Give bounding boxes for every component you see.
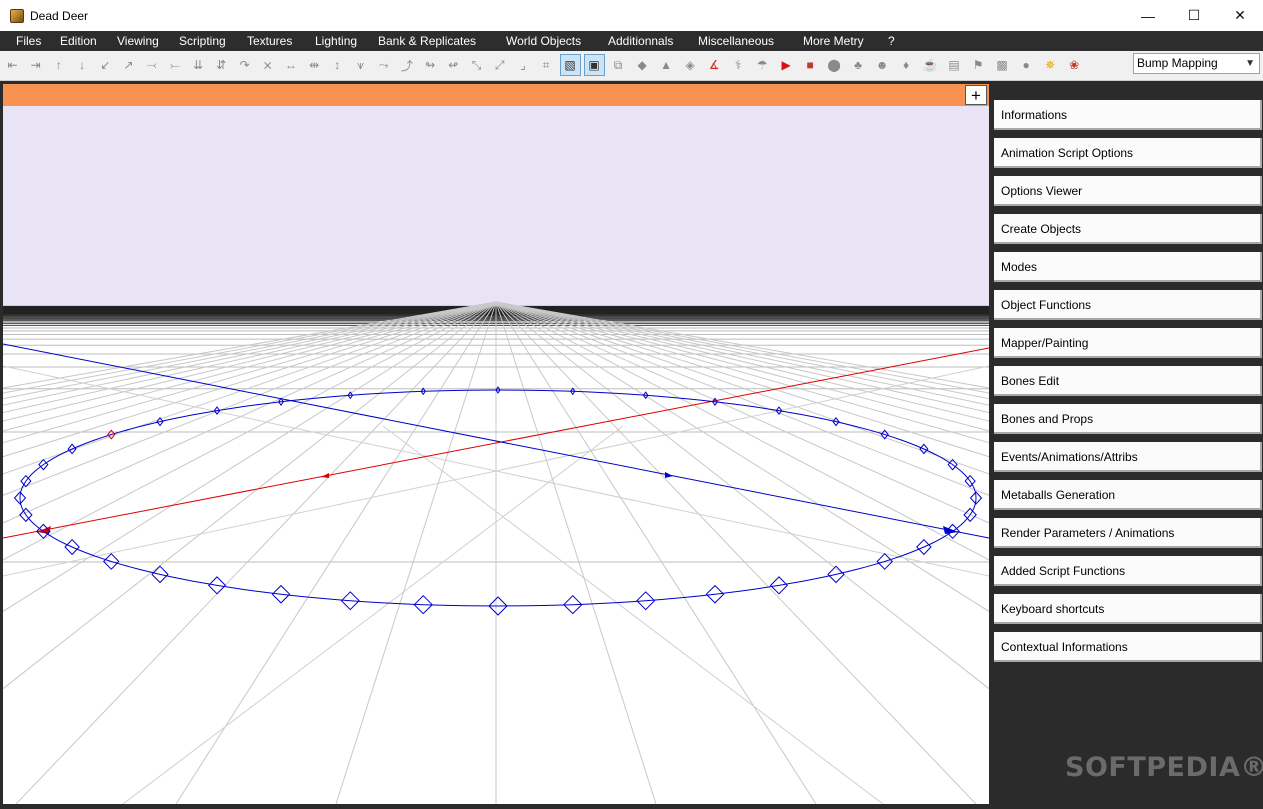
grid-icon[interactable]: ⌗ [536, 54, 557, 76]
duck-icon[interactable]: ♦ [896, 54, 917, 76]
panel-informations[interactable]: Informations [994, 100, 1262, 130]
sphere-icon[interactable]: ● [1016, 54, 1037, 76]
menu-lighting[interactable]: Lighting [315, 34, 357, 48]
viewport-header: + [3, 84, 989, 106]
scene-canvas[interactable] [3, 106, 989, 804]
weld-left-icon[interactable]: ⇤ [2, 54, 23, 76]
curve-down-icon[interactable]: ↫ [443, 54, 464, 76]
menu-bar: Files Edition Viewing Scripting Textures… [0, 31, 1263, 51]
bend-right-icon[interactable]: ⤳ [373, 54, 394, 76]
menu-help[interactable]: ? [888, 34, 895, 48]
menu-additionnals[interactable]: Additionnals [608, 34, 673, 48]
panel-contextual-informations[interactable]: Contextual Informations [994, 632, 1262, 662]
bend-left-icon[interactable]: ⤴ [396, 54, 417, 76]
compress-icon[interactable]: ⇹ [304, 54, 325, 76]
move-down-icon[interactable]: ↓ [72, 54, 93, 76]
fan-icon[interactable]: ⩛ [350, 54, 371, 76]
menu-textures[interactable]: Textures [247, 34, 292, 48]
stretch-h-icon[interactable]: ↔ [280, 54, 301, 76]
panel-animation-script-options[interactable]: Animation Script Options [994, 138, 1262, 168]
panel-added-script-functions[interactable]: Added Script Functions [994, 556, 1262, 586]
chevron-down-icon: ▼ [1245, 58, 1255, 69]
minimize-button[interactable]: — [1125, 0, 1171, 31]
panel-metaballs-generation[interactable]: Metaballs Generation [994, 480, 1262, 510]
panel-create-objects[interactable]: Create Objects [994, 214, 1262, 244]
cube-solid-icon[interactable]: ▣ [583, 54, 605, 76]
toolbar: ⇤ ⇥ ↑ ↓ ↙ ↗ ⤙ ⤚ ⇊ ⇵ ↷ ⨯ ↔ ⇹ ↕ ⩛ ⤳ ⤴ ↬ ↫ ⤡ ⤢ ⌟ ⌗ ▧ ▣ ⧉ ◆ ▲ ◈ ∡ ⚕ ☂ ▶ ■ ⬤ ♣ ☻ ♦ ☕… [0, 51, 1263, 81]
move-up-icon[interactable]: ↑ [48, 54, 69, 76]
corner-icon[interactable]: ⌟ [512, 54, 533, 76]
ramp-icon[interactable]: ⤢ [489, 54, 510, 76]
maximize-button[interactable]: ☐ [1171, 0, 1217, 31]
panel-events-animations-attribs[interactable]: Events/Animations/Attribs [994, 442, 1262, 472]
frame-icon[interactable]: ▤ [944, 54, 965, 76]
watermark-logo: SOFTPEDIA® [1065, 752, 1263, 783]
render-icon[interactable]: ✵ [1040, 54, 1061, 76]
app-icon [10, 8, 24, 23]
menu-miscellaneous[interactable]: Miscellaneous [698, 34, 774, 48]
panel-options-viewer[interactable]: Options Viewer [994, 176, 1262, 206]
fork-right-icon[interactable]: ⤚ [164, 54, 185, 76]
pyramid-icon[interactable]: ▲ [656, 54, 677, 76]
slope-icon[interactable]: ⤡ [466, 54, 487, 76]
branch-split-icon[interactable]: ⇵ [211, 54, 232, 76]
panel-keyboard-shortcuts[interactable]: Keyboard shortcuts [994, 594, 1262, 624]
blob-icon[interactable]: ⬤ [824, 54, 845, 76]
panel-modes[interactable]: Modes [994, 252, 1262, 282]
close-button[interactable]: ✕ [1217, 0, 1263, 31]
tree-icon[interactable]: ♣ [848, 54, 869, 76]
twist-icon[interactable]: ↷ [234, 54, 255, 76]
bottle-icon[interactable]: ⚑ [968, 54, 989, 76]
menu-viewing[interactable]: Viewing [117, 34, 159, 48]
branch-down-icon[interactable]: ⇊ [188, 54, 209, 76]
fork-left-icon[interactable]: ⤙ [141, 54, 162, 76]
panel-object-functions[interactable]: Object Functions [994, 290, 1262, 320]
add-view-button[interactable]: + [965, 85, 987, 105]
menu-bank-replicates[interactable]: Bank & Replicates [378, 34, 476, 48]
bone-red-icon[interactable]: ∡ [704, 54, 725, 76]
play-icon[interactable]: ▶ [776, 54, 797, 76]
box-red-icon[interactable]: ■ [800, 54, 821, 76]
mushroom-icon[interactable]: ☂ [752, 54, 773, 76]
settings-icon[interactable]: ❀ [1064, 54, 1085, 76]
title-bar: Dead Deer — ☐ ✕ [0, 0, 1263, 31]
menu-world-objects[interactable]: World Objects [506, 34, 581, 48]
skeleton-icon[interactable]: ⚕ [728, 54, 749, 76]
menu-scripting[interactable]: Scripting [179, 34, 226, 48]
picture-icon[interactable]: ▩ [992, 54, 1013, 76]
render-mode-select[interactable]: Bump Mapping ▼ [1133, 53, 1260, 74]
panel-render-parameters-animations[interactable]: Render Parameters / Animations [994, 518, 1262, 548]
split-diag-icon[interactable]: ↙ [95, 54, 116, 76]
menu-edition[interactable]: Edition [60, 34, 97, 48]
prism-icon[interactable]: ◆ [632, 54, 653, 76]
panel-bones-edit[interactable]: Bones Edit [994, 366, 1262, 396]
cross-icon[interactable]: ⨯ [257, 54, 278, 76]
wedge-icon[interactable]: ◈ [680, 54, 701, 76]
head-icon[interactable]: ☻ [872, 54, 893, 76]
cubes-icon[interactable]: ⧉ [608, 54, 629, 76]
3d-viewport[interactable]: + [3, 84, 989, 804]
panel-mapper-painting[interactable]: Mapper/Painting [994, 328, 1262, 358]
sky-background [3, 106, 989, 308]
menu-files[interactable]: Files [16, 34, 41, 48]
render-mode-value: Bump Mapping [1137, 56, 1218, 70]
weld-right-icon[interactable]: ⇥ [25, 54, 46, 76]
curve-icon[interactable]: ↬ [420, 54, 441, 76]
pot-icon[interactable]: ☕ [920, 54, 941, 76]
stretch-v-icon[interactable]: ↕ [327, 54, 348, 76]
window-title: Dead Deer [30, 8, 89, 23]
menu-more-metry[interactable]: More Metry [803, 34, 864, 48]
panel-bones-and-props[interactable]: Bones and Props [994, 404, 1262, 434]
cube-wire-icon[interactable]: ▧ [559, 54, 581, 76]
merge-diag-icon[interactable]: ↗ [118, 54, 139, 76]
